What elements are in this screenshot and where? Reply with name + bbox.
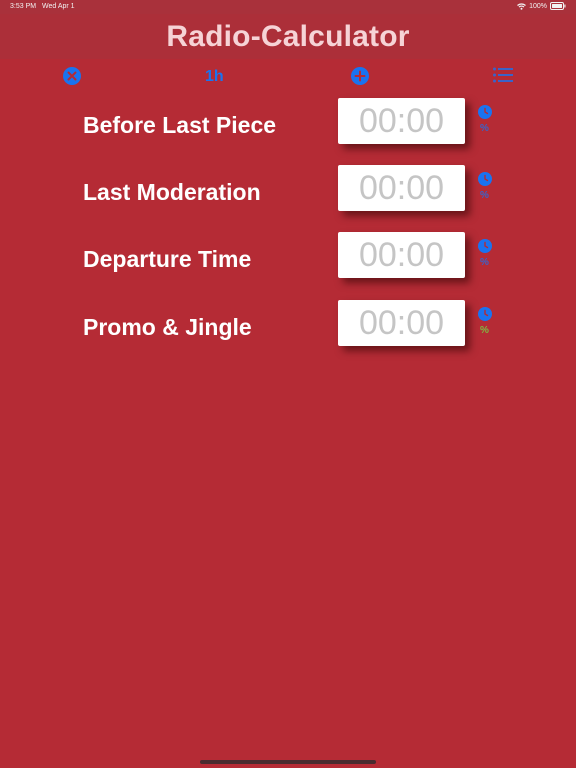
row-label: Last Moderation [83,179,261,205]
add-circle-icon [351,67,369,85]
clock-icon [478,307,492,321]
status-time: 3:53 PM [10,3,37,10]
wifi-icon [517,2,526,10]
status-date: Wed Apr 1 [42,3,75,10]
row-promo-jingle: Promo & Jingle % [0,300,576,374]
clock-button[interactable] [478,105,492,119]
title-bar: Radio-Calculator [0,14,576,59]
list-button[interactable] [493,67,513,88]
toolbar: 1h [0,60,576,92]
time-input[interactable] [338,300,465,346]
hour-button[interactable]: 1h [205,68,224,86]
battery-percent: 100% [529,2,547,10]
percent-button[interactable]: % [480,257,489,268]
row-label: Departure Time [83,246,252,272]
status-indicators: 100% [517,2,566,10]
percent-button[interactable]: % [480,123,489,134]
battery-icon [550,2,566,10]
row-last-moderation: Last Moderation % [0,165,576,239]
time-input[interactable] [338,232,465,278]
clock-icon [478,105,492,119]
time-input[interactable] [338,98,465,144]
row-before-last-piece: Before Last Piece % [0,98,576,172]
clock-button[interactable] [478,172,492,186]
time-input[interactable] [338,165,465,211]
row-label: Promo & Jingle [83,314,252,340]
clock-icon [478,239,492,253]
clock-button[interactable] [478,239,492,253]
percent-button[interactable]: % [480,325,489,336]
row-departure-time: Departure Time % [0,232,576,306]
list-icon [493,67,513,83]
row-label: Before Last Piece [83,112,277,138]
status-bar: 3:53 PM Wed Apr 1 100% [0,0,576,14]
add-button[interactable] [351,67,369,90]
clock-button[interactable] [478,307,492,321]
home-indicator[interactable] [200,760,376,764]
close-button[interactable] [63,67,81,90]
close-circle-icon [63,67,81,85]
clock-icon [478,172,492,186]
app-title: Radio-Calculator [166,19,410,53]
percent-button[interactable]: % [480,190,489,201]
